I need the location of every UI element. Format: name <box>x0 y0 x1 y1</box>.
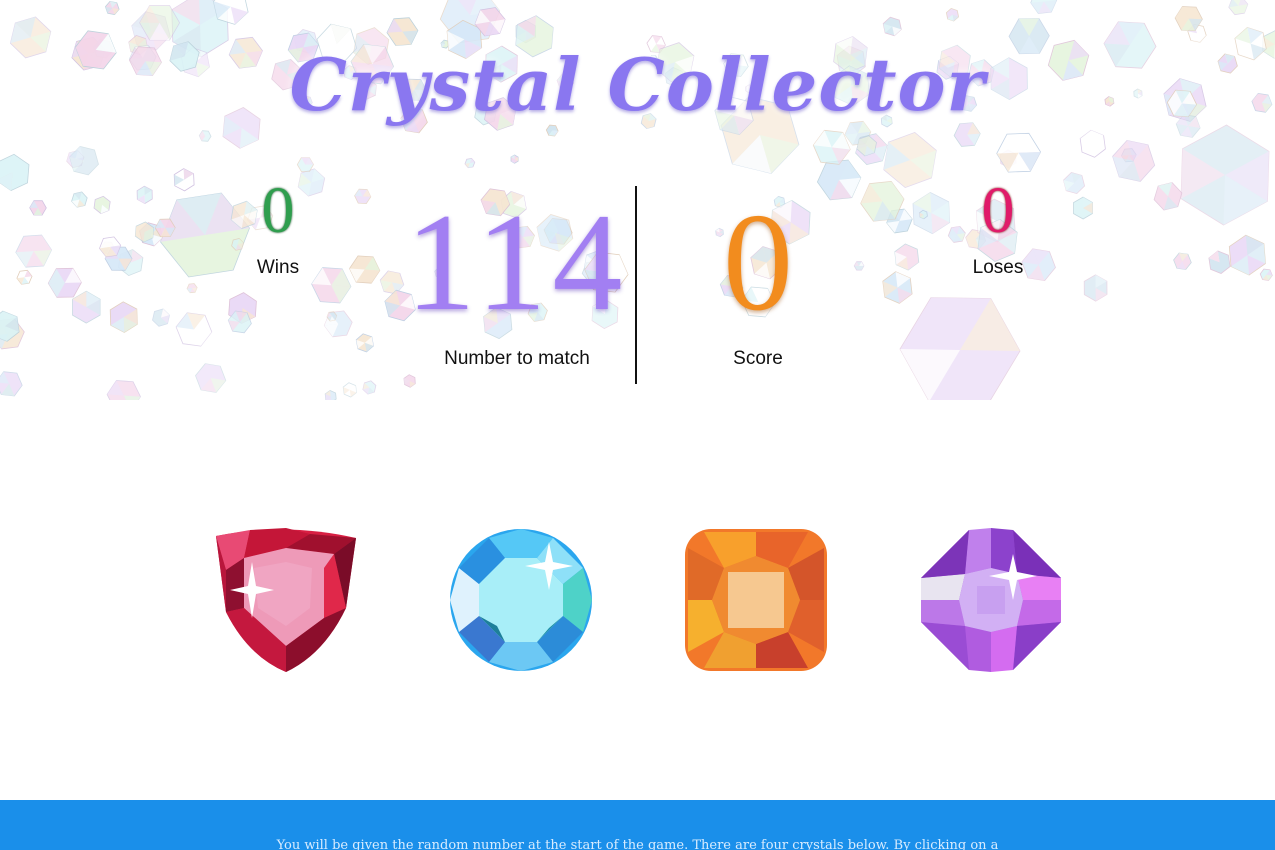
score-counter: 0 <box>723 185 793 340</box>
background-crystal <box>0 153 30 192</box>
background-crystal <box>1112 139 1156 182</box>
loses-counter: 0 <box>981 174 1015 247</box>
background-crystal <box>882 16 902 37</box>
background-crystal <box>109 301 138 333</box>
background-crystal <box>72 290 101 324</box>
background-crystal <box>93 195 111 214</box>
background-crystal <box>326 311 338 322</box>
background-crystal <box>15 234 53 268</box>
background-crystal <box>152 308 170 327</box>
background-crystal <box>198 130 212 142</box>
background-crystal <box>47 267 82 298</box>
background-crystal <box>342 382 357 398</box>
background-crystal <box>1228 0 1249 16</box>
purple-crystal-button[interactable] <box>919 528 1063 672</box>
background-crystal <box>894 243 920 271</box>
background-crystal <box>945 7 960 22</box>
background-crystal <box>1030 0 1058 14</box>
background-crystal <box>173 168 195 192</box>
background-crystal <box>355 333 374 353</box>
background-crystal <box>882 271 913 304</box>
background-crystal <box>1073 196 1093 220</box>
background-crystal <box>69 145 99 176</box>
background-crystal <box>99 236 122 258</box>
orange-gem-icon <box>685 529 827 671</box>
background-crystal <box>16 269 33 285</box>
wins-counter: 0 <box>261 174 295 247</box>
background-crystal <box>136 185 153 204</box>
page-title: Crystal Collector <box>289 42 986 127</box>
background-crystal <box>1228 234 1266 276</box>
loses-label: Loses <box>972 257 1024 278</box>
background-crystal <box>186 283 198 294</box>
blue-gem-icon <box>450 529 592 671</box>
background-crystal <box>349 255 381 284</box>
background-crystal <box>362 380 377 395</box>
background-crystal <box>195 363 227 393</box>
background-crystal <box>354 188 372 205</box>
background-crystal <box>1079 129 1106 158</box>
background-crystal <box>1083 274 1108 302</box>
header-banner: Crystal Collector 0 Wins 114 Number to m… <box>0 0 1275 400</box>
background-crystal <box>912 191 951 235</box>
background-crystal <box>919 209 928 220</box>
instructions-footer: You will be given the random number at t… <box>0 800 1275 850</box>
wins-label: Wins <box>256 257 300 278</box>
background-crystal <box>175 312 213 347</box>
target-number-label: Number to match <box>444 348 590 369</box>
divider <box>635 186 637 384</box>
background-crystal <box>403 374 416 388</box>
red-crystal-button[interactable] <box>214 528 358 672</box>
background-crystal <box>883 131 937 189</box>
blue-crystal-button[interactable] <box>449 528 593 672</box>
purple-gem-icon <box>921 528 1061 672</box>
background-crystal <box>29 200 47 216</box>
background-crystal <box>1208 250 1231 274</box>
background-crystal <box>1259 268 1273 281</box>
background-crystal <box>996 132 1042 173</box>
background-crystal <box>899 297 1021 400</box>
background-crystal <box>1173 252 1192 270</box>
instructions-text: You will be given the random number at t… <box>276 838 999 850</box>
red-gem-icon <box>216 528 356 672</box>
orange-crystal-button[interactable] <box>684 528 828 672</box>
background-crystal <box>464 157 476 169</box>
background-crystal <box>1063 172 1086 195</box>
background-crystal <box>1180 124 1270 226</box>
background-crystal <box>324 390 337 400</box>
background-crystal <box>1153 182 1183 211</box>
background-crystal <box>104 0 120 16</box>
target-number: 114 <box>405 185 629 340</box>
background-crystal <box>296 157 314 173</box>
background-crystal <box>812 129 851 165</box>
background-crystal <box>0 371 23 397</box>
background-crystal <box>106 380 141 400</box>
background-crystal <box>71 191 88 208</box>
background-crystal <box>510 154 519 164</box>
score-label: Score <box>733 348 783 369</box>
